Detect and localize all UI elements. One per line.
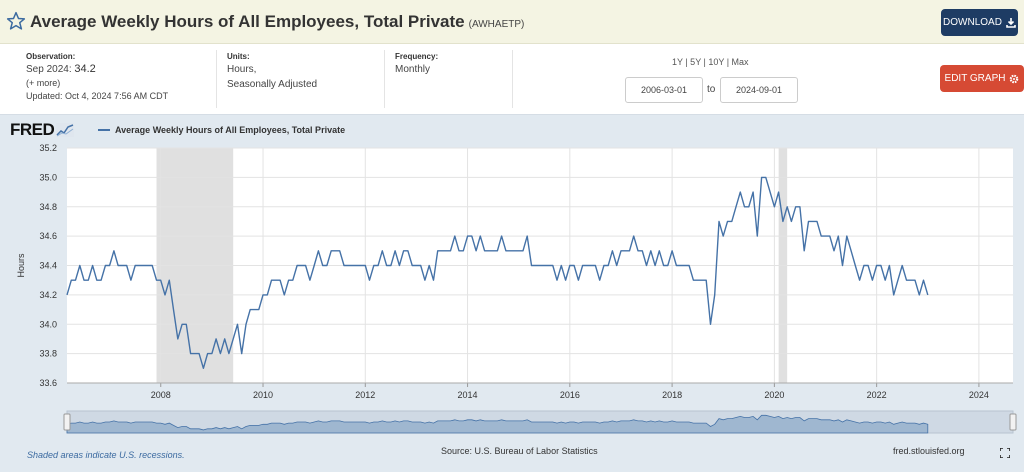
fred-page: Average Weekly Hours of All Employees, T…: [0, 0, 1024, 472]
line-chart[interactable]: 33.6 33.8 34.0 34.2 34.4 34.6 34.8 35.0 35.2 2008…: [0, 115, 1024, 472]
observation-value: 34.2: [74, 63, 96, 75]
units-line2: Seasonally Adjusted: [227, 79, 318, 90]
x-tick-label: 2016: [560, 390, 580, 400]
y-tick-label: 35.2: [39, 143, 57, 153]
observation-block: Observation: Sep 2024: 34.2 (+ more) Upd…: [26, 52, 168, 103]
fred-logo: FRED: [10, 120, 75, 139]
y-tick-label: 34.2: [39, 290, 57, 300]
x-tick-label: 2018: [662, 390, 682, 400]
recession-note: Shaded areas indicate U.S. recessions.: [27, 450, 185, 460]
divider: [384, 50, 385, 108]
range-navigator[interactable]: [63, 410, 1017, 434]
frequency-value: Monthly: [395, 64, 431, 75]
y-tick-label: 34.0: [39, 319, 57, 329]
meta-bar: Observation: Sep 2024: 34.2 (+ more) Upd…: [0, 44, 1024, 114]
legend-label: Average Weekly Hours of All Employees, T…: [115, 125, 346, 135]
x-tick-label: 2014: [458, 390, 478, 400]
units-label: Units:: [227, 52, 250, 61]
navigator-handle[interactable]: [1009, 413, 1017, 431]
page-title: Average Weekly Hours of All Employees, T…: [30, 12, 524, 32]
navigator-handle[interactable]: [63, 413, 71, 431]
fred-logo-text: FRED: [10, 120, 55, 139]
y-tick-label: 33.8: [39, 349, 57, 359]
y-tick-label: 33.6: [39, 378, 57, 388]
to-label: to: [707, 84, 716, 95]
header-bar: Average Weekly Hours of All Employees, T…: [0, 0, 1024, 44]
site-link[interactable]: fred.stlouisfed.org: [893, 446, 965, 456]
download-icon: [1006, 17, 1016, 28]
fullscreen-icon[interactable]: [1000, 448, 1010, 458]
chart-panel: 33.6 33.8 34.0 34.2 34.4 34.6 34.8 35.0 35.2 2008…: [0, 114, 1024, 472]
units-block: Units: Hours, Seasonally Adjusted: [227, 52, 317, 92]
x-tick-label: 2012: [355, 390, 375, 400]
edit-graph-label: EDIT GRAPH: [944, 73, 1006, 84]
observation-label: Observation:: [26, 52, 76, 61]
star-icon[interactable]: [6, 11, 26, 31]
legend-swatch: [98, 129, 110, 131]
download-button[interactable]: DOWNLOAD: [941, 9, 1018, 36]
gear-icon: [1010, 74, 1019, 83]
y-axis-label: Hours: [16, 253, 26, 278]
observation-period: Sep 2024:: [26, 64, 72, 75]
start-date-input[interactable]: 2006-03-01: [625, 77, 703, 103]
y-tick-label: 34.6: [39, 231, 57, 241]
frequency-block: Frequency: Monthly: [395, 52, 438, 77]
download-label: DOWNLOAD: [943, 17, 1002, 28]
series-id: (AWHAETP): [468, 19, 525, 30]
range-selector[interactable]: 1Y | 5Y | 10Y | Max: [672, 57, 749, 67]
y-tick-label: 35.0: [39, 172, 57, 182]
x-tick-label: 2020: [764, 390, 784, 400]
source-text: Source: U.S. Bureau of Labor Statistics: [441, 446, 598, 456]
x-tick-label: 2024: [969, 390, 989, 400]
end-date-input[interactable]: 2024-09-01: [720, 77, 798, 103]
divider: [512, 50, 513, 108]
updated-text: Updated: Oct 4, 2024 7:56 AM CDT: [26, 91, 169, 101]
fred-logo-graph-icon: [56, 123, 75, 137]
x-tick-label: 2008: [151, 390, 171, 400]
x-tick-label: 2022: [867, 390, 887, 400]
y-tick-label: 34.4: [39, 261, 57, 271]
x-tick-label: 2010: [253, 390, 273, 400]
more-link[interactable]: (+ more): [26, 77, 168, 90]
series-title: Average Weekly Hours of All Employees, T…: [30, 12, 465, 31]
divider: [216, 50, 217, 108]
edit-graph-button[interactable]: EDIT GRAPH: [940, 65, 1024, 92]
frequency-label: Frequency:: [395, 52, 439, 61]
y-tick-label: 34.8: [39, 202, 57, 212]
units-line1: Hours,: [227, 64, 257, 75]
chart-legend: Average Weekly Hours of All Employees, T…: [98, 125, 345, 135]
